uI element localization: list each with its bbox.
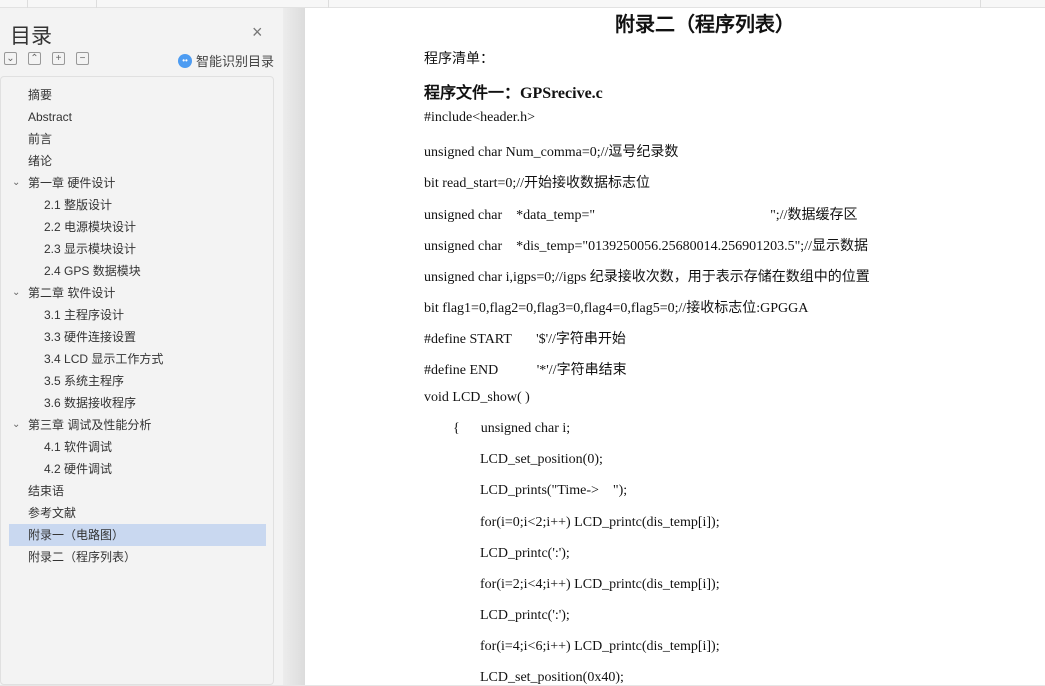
toc-item-label: 3.6 数据接收程序 [44,396,137,410]
doc-title: 附录二（程序列表） [615,12,795,36]
document-page[interactable]: 附录二（程序列表） 程序清单： 程序文件一：GPSrecive.c #include… [305,8,1045,685]
code-line: #include<header.h> [424,110,536,126]
toc-item-label: 4.1 软件调试 [44,440,113,454]
toc-item[interactable]: 3.3 硬件连接设置 [9,326,266,348]
toc-item[interactable]: 结束语 [9,480,266,502]
page-gutter [283,8,305,685]
toc-item-label: 2.2 电源模块设计 [44,220,137,234]
toc-item[interactable]: 参考文献 [9,502,266,524]
code-line: void LCD_show( ) [424,390,530,406]
toc-item-label: 3.5 系统主程序 [44,374,125,388]
code-line: { unsigned char i; [453,421,571,437]
toc-item-label: 第二章 软件设计 [28,286,116,300]
chevron-down-icon[interactable]: ⌄ [12,282,20,304]
smart-toc-button[interactable]: •• 智能识别目录 [178,51,274,70]
smart-toc-label: 智能识别目录 [196,54,275,69]
toc-item-label: 第三章 调试及性能分析 [28,418,152,432]
toc-sidebar: 目录 × ⌄ ⌃ + − •• 智能识别目录 摘要 Abstract 前言绪论 ⌄ 第一章… [0,8,283,685]
code-line: LCD_set_position(0x40); [480,670,624,685]
add-heading-button[interactable]: + [52,52,65,65]
remove-heading-button[interactable]: − [76,52,89,65]
close-icon[interactable]: × [252,22,263,43]
code-line: bit read_start=0;//开始接收数据标志位 [424,176,651,192]
toolbar-strip [0,0,1045,8]
code-line: for(i=4;i<6;i++) LCD_printc(dis_temp[i])… [480,638,720,654]
toc-item[interactable]: 前言 [9,128,266,150]
code-line: unsigned char *data_temp=" ";//数据缓存区 [424,207,858,223]
toc-item-label: 3.4 LCD 显示工作方式 [44,352,164,366]
toc-item[interactable]: ⌄ 第三章 调试及性能分析 [9,414,266,436]
toc-item[interactable]: 附录二（程序列表） [9,546,266,568]
code-line: LCD_set_position(0); [480,452,603,468]
expand-all-button[interactable]: ⌃ [28,52,41,65]
toc-item[interactable]: ⌄ 第二章 软件设计 [9,282,266,304]
chevron-down-icon[interactable]: ⌄ [12,414,20,436]
code-line: #define START '$'//字符串开始 [424,331,626,347]
ai-icon: •• [178,53,192,68]
toc-item-label: 绪论 [28,154,53,168]
code-line: LCD_prints("Time-> "); [480,483,628,499]
toc-item[interactable]: 3.1 主程序设计 [9,304,266,326]
code-line: LCD_printc(':'); [480,607,570,623]
toc-item[interactable]: 2.3 显示模块设计 [9,238,266,260]
toc-item-label: 附录二（程序列表） [28,550,137,564]
toc-item-label: 2.3 显示模块设计 [44,242,137,256]
code-line: bit flag1=0,flag2=0,flag3=0,flag4=0,flag… [424,300,809,316]
toc-list: 摘要 Abstract 前言绪论 ⌄ 第一章 硬件设计 2.1 整版设计 2.2 电源模块设… [0,76,274,685]
toc-item[interactable]: 4.2 硬件调试 [9,458,266,480]
toc-item[interactable]: 3.5 系统主程序 [9,370,266,392]
toc-item-label: 参考文献 [28,506,77,520]
toc-item-label: 前言 [28,132,53,146]
toc-item-label: 2.1 整版设计 [44,198,113,212]
toc-item-label: 3.1 主程序设计 [44,308,125,322]
code-line: for(i=2;i<4;i++) LCD_printc(dis_temp[i])… [480,576,720,592]
toc-item[interactable]: 3.4 LCD 显示工作方式 [9,348,266,370]
toc-item[interactable]: 2.4 GPS 数据模块 [9,260,266,282]
toc-item[interactable]: 2.1 整版设计 [9,194,266,216]
code-line: unsigned char Num_comma=0;//逗号纪录数 [424,145,679,161]
code-line: unsigned char *dis_temp="0139250056.2568… [424,238,868,254]
toc-item-label: 第一章 硬件设计 [28,176,116,190]
toc-item[interactable]: ⌄ 第一章 硬件设计 [9,172,266,194]
code-line: #define END '*'//字符串结束 [424,363,627,378]
collapse-all-button[interactable]: ⌄ [4,52,17,65]
toc-item[interactable]: 附录一（电路图） [9,524,266,546]
code-line: for(i=0;i<2;i++) LCD_printc(dis_temp[i])… [480,514,720,530]
toc-item[interactable]: 绪论 [9,150,266,172]
section-heading: 程序文件一：GPSrecive.c [424,85,603,103]
toc-item[interactable]: 3.6 数据接收程序 [9,392,266,414]
code-line: unsigned char i,igps=0;//igps 纪录接收次数，用于表… [424,269,870,285]
code-line: 程序清单： [424,52,494,67]
chevron-down-icon[interactable]: ⌄ [12,172,20,194]
toc-item-label: 3.3 硬件连接设置 [44,330,137,344]
toc-item-label: 附录一（电路图） [28,528,125,542]
toc-item[interactable]: 2.2 电源模块设计 [9,216,266,238]
code-line: LCD_printc(':'); [480,545,570,561]
toc-title: 目录 [10,25,52,48]
toc-item-label: Abstract [28,110,73,124]
toc-item[interactable]: Abstract [9,106,266,128]
toc-item-label: 摘要 [28,88,53,102]
toc-item-label: 2.4 GPS 数据模块 [44,264,141,278]
toc-item-label: 4.2 硬件调试 [44,462,113,476]
toc-item[interactable]: 摘要 [9,84,266,106]
toc-item[interactable]: 4.1 软件调试 [9,436,266,458]
toc-item-label: 结束语 [28,484,65,498]
